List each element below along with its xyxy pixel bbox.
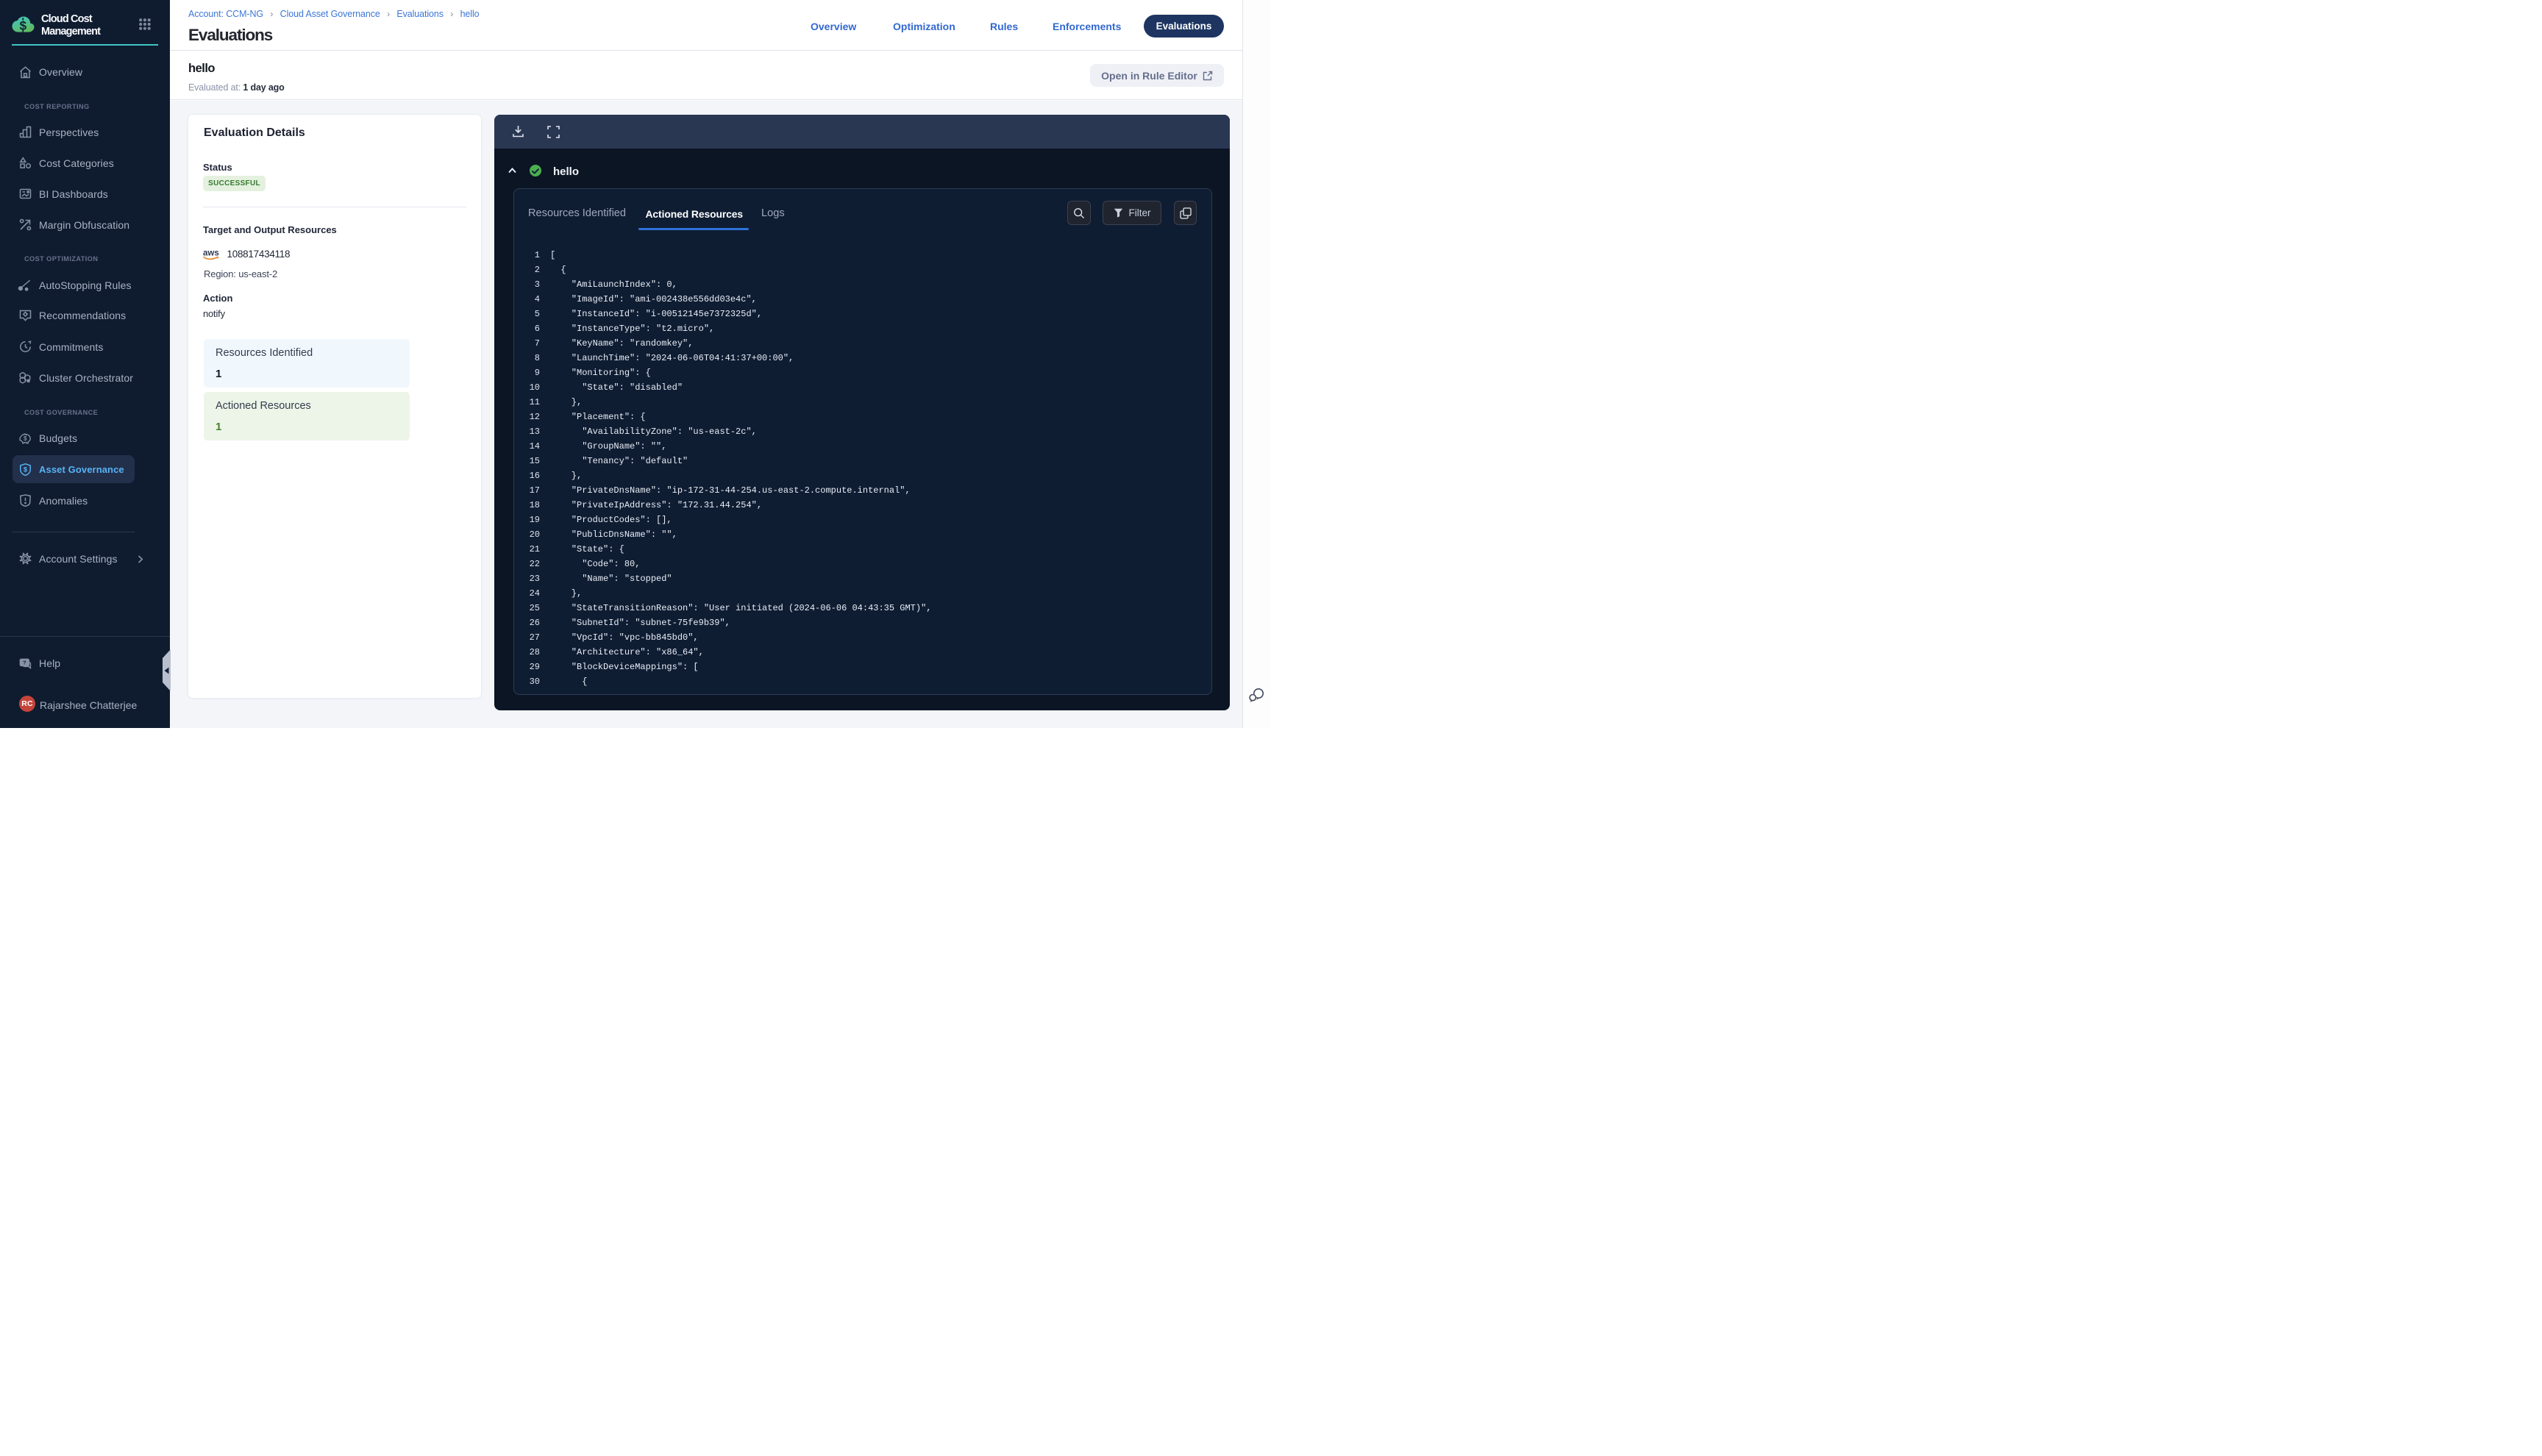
svg-text:aws: aws: [203, 249, 219, 258]
svg-text:$: $: [24, 465, 28, 474]
svg-text:?: ?: [23, 659, 26, 665]
svg-text:$: $: [24, 435, 27, 442]
